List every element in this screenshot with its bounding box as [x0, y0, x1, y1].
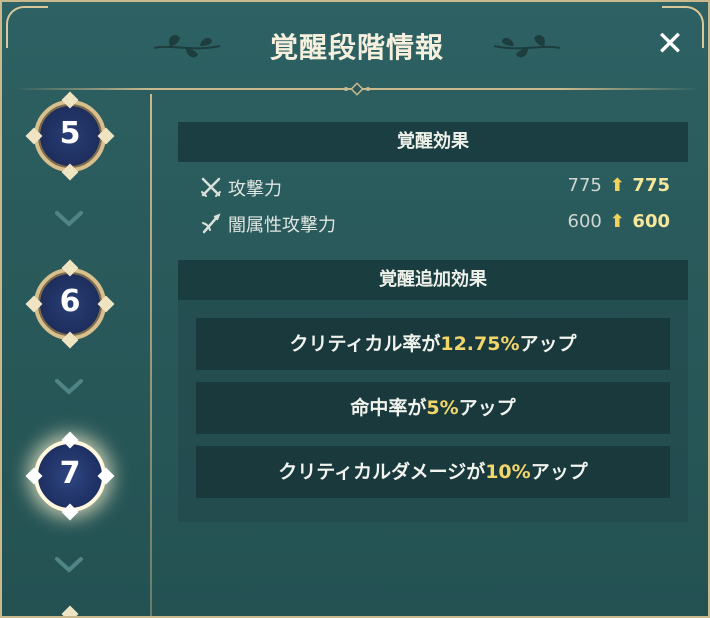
stat-label: 闇属性攻撃力 [228, 215, 336, 236]
stage-5-button[interactable]: 5 [25, 91, 115, 181]
stat-row-dark-attack: 闇属性攻撃力 600 ⬆ 600 [178, 204, 688, 240]
bonus-text: クリティカルダメージが [278, 461, 486, 483]
stat-new-value: 775 [632, 175, 670, 196]
leaf-ornament-icon [493, 35, 561, 58]
stage-list: 5 6 7 [2, 91, 150, 616]
close-button[interactable]: ✕ [654, 27, 686, 61]
stat-values: 600 ⬆ 600 [568, 211, 671, 232]
bonus-value: 5% [426, 397, 459, 419]
crossed-swords-icon [201, 177, 221, 197]
awakening-info-panel: 覚醒段階情報 ✕ 5 6 7 覚醒効果 攻撃力 775 ⬆ 775 闇属性攻撃力… [0, 0, 710, 618]
chevron-down-icon [55, 211, 83, 227]
stat-new-value: 600 [632, 211, 670, 232]
awakening-effect-heading: 覚醒効果 [178, 122, 688, 162]
bonus-value: 10% [485, 461, 531, 483]
stat-values: 775 ⬆ 775 [568, 175, 671, 196]
stat-old-value: 600 [567, 211, 602, 232]
bonus-text: アップ [530, 461, 588, 483]
stage-number: 6 [59, 284, 81, 319]
arrow-up-icon: ⬆ [609, 211, 625, 232]
panel-header: 覚醒段階情報 ✕ [2, 2, 708, 96]
bonus-list: クリティカル率が12.75%アップ 命中率が5%アップ クリティカルダメージが1… [178, 300, 688, 522]
stat-old-value: 775 [567, 175, 602, 196]
stage-6-button[interactable]: 6 [25, 259, 115, 349]
bonus-item: クリティカル率が12.75%アップ [196, 318, 670, 370]
bonus-text: アップ [458, 397, 516, 419]
arrow-up-icon: ⬆ [609, 175, 625, 196]
bonus-text: 命中率が [350, 397, 427, 419]
bonus-text: クリティカル率が [289, 333, 441, 355]
diamond-ornament-icon [344, 82, 370, 96]
stat-row-attack: 攻撃力 775 ⬆ 775 [178, 168, 688, 204]
stage-7-button[interactable]: 7 [25, 431, 115, 521]
bonus-value: 12.75% [440, 333, 520, 355]
bonus-text: アップ [519, 333, 577, 355]
column-divider [150, 94, 152, 616]
chevron-down-icon [55, 557, 83, 573]
dark-sword-icon [202, 213, 221, 234]
diamond-icon [61, 605, 79, 616]
bonus-item: 命中率が5%アップ [196, 382, 670, 434]
stage-number: 7 [59, 456, 81, 491]
chevron-down-icon [55, 379, 83, 395]
awakening-bonus-heading: 覚醒追加効果 [178, 260, 688, 300]
bonus-item: クリティカルダメージが10%アップ [196, 446, 670, 498]
stage-number: 5 [59, 116, 81, 151]
page-title: 覚醒段階情報 [269, 31, 444, 64]
stat-label: 攻撃力 [228, 179, 282, 200]
